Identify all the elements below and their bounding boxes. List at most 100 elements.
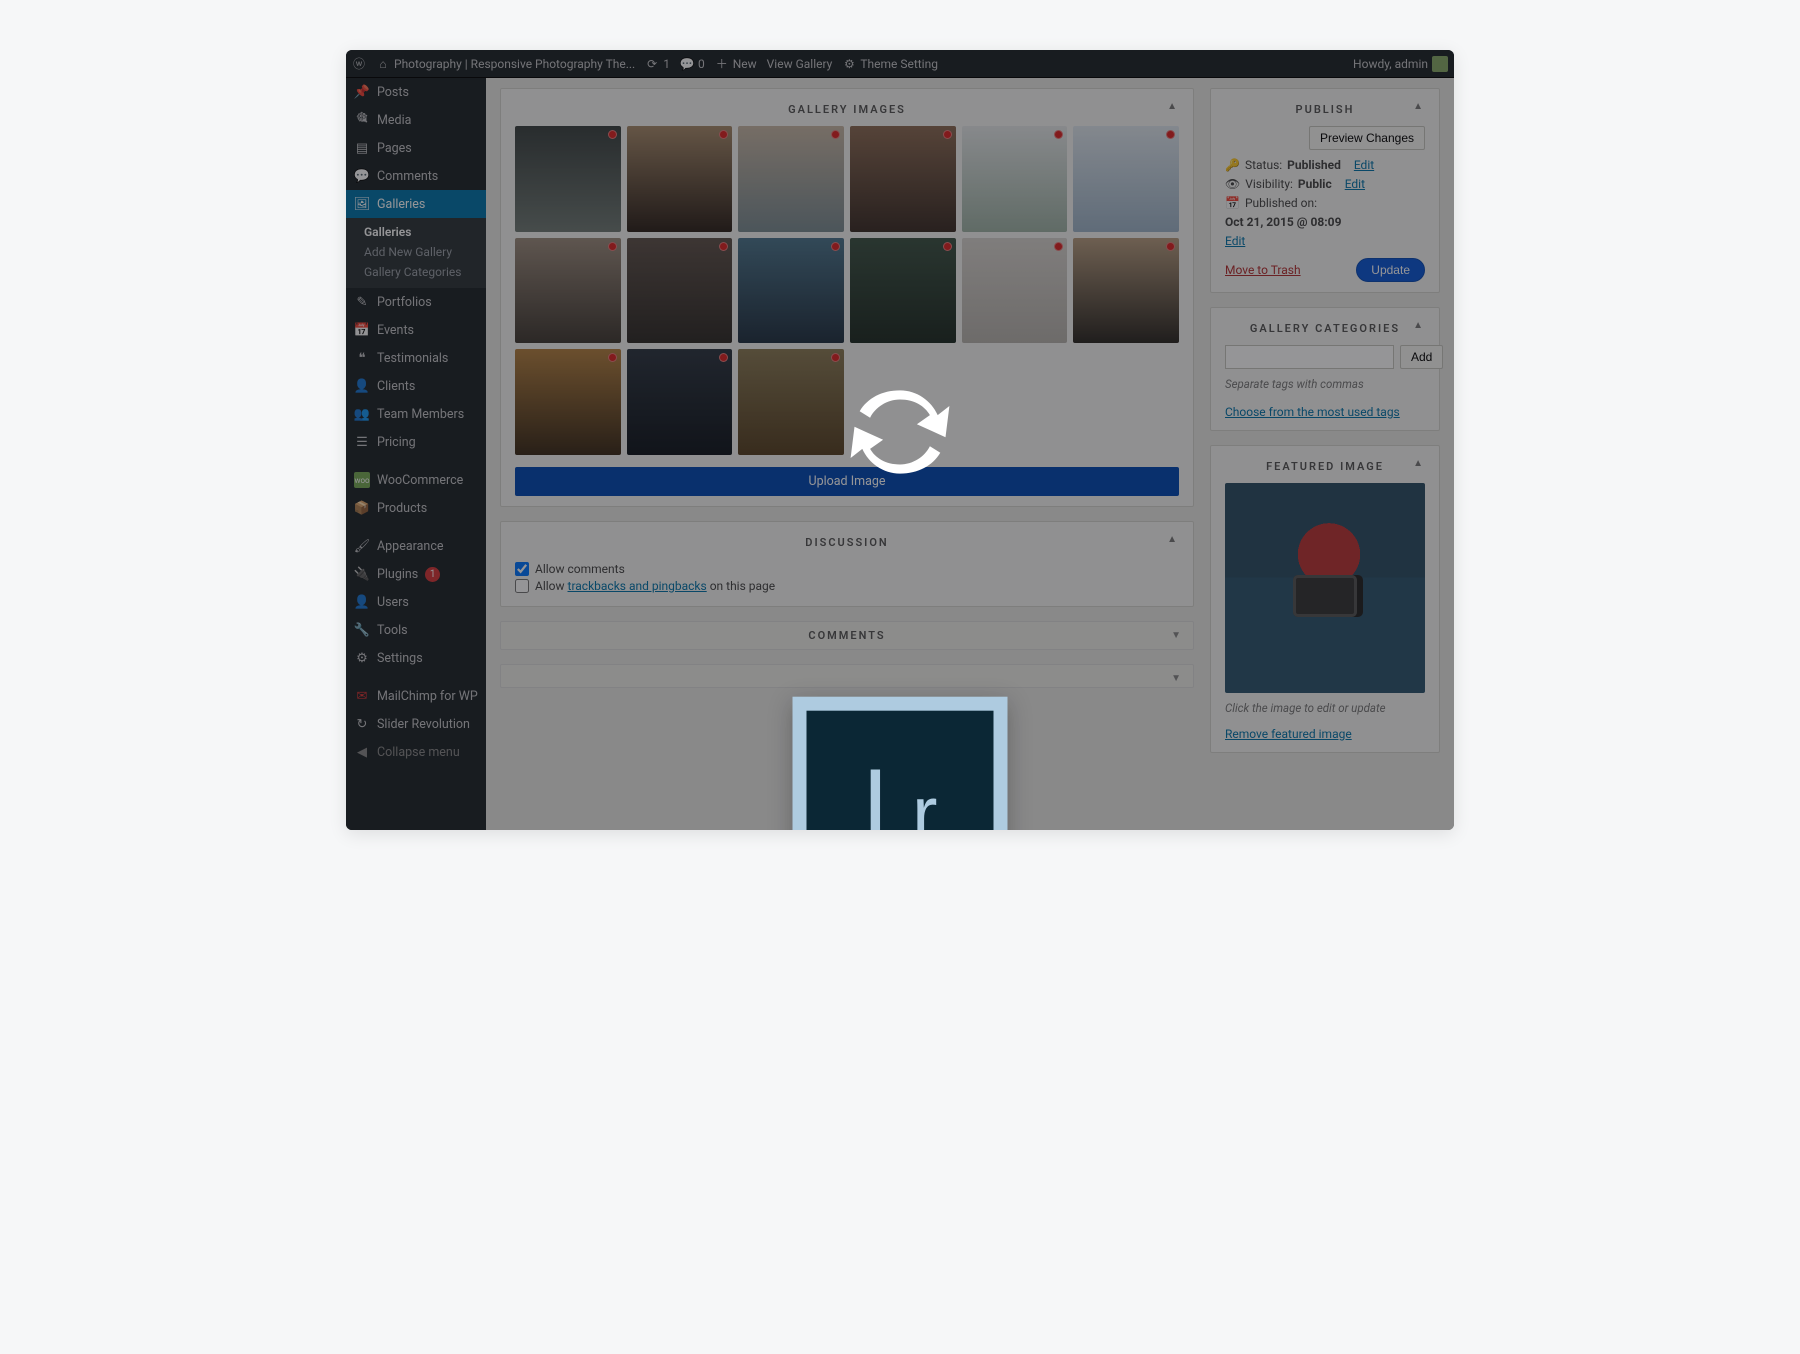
allow-trackbacks-checkbox[interactable] — [515, 579, 529, 593]
site-link[interactable]: ⌂Photography | Responsive Photography Th… — [376, 57, 635, 71]
delete-dot-icon[interactable] — [943, 242, 952, 251]
sidebar-item-woocommerce[interactable]: wooWooCommerce — [346, 466, 486, 494]
gallery-thumb[interactable] — [738, 126, 844, 232]
delete-dot-icon[interactable] — [608, 130, 617, 139]
delete-dot-icon[interactable] — [831, 242, 840, 251]
submenu-add-new-gallery[interactable]: Add New Gallery — [360, 242, 486, 262]
user-greeting[interactable]: Howdy, admin — [1353, 56, 1448, 72]
gallery-thumb[interactable] — [738, 238, 844, 344]
sidebar-item-appearance[interactable]: 🖌Appearance — [346, 532, 486, 560]
sidebar-item-pricing[interactable]: ☰Pricing — [346, 428, 486, 456]
sidebar-item-tools[interactable]: 🔧Tools — [346, 616, 486, 644]
comments-panel[interactable]: COMMENTS ▼ — [500, 621, 1194, 650]
delete-dot-icon[interactable] — [831, 353, 840, 362]
gallery-images-heading: GALLERY IMAGES ▲ — [515, 99, 1179, 126]
theme-setting-link[interactable]: ⚙Theme Setting — [842, 57, 938, 71]
key-icon: 🔑 — [1225, 158, 1240, 172]
sidebar-item-clients[interactable]: 👤Clients — [346, 372, 486, 400]
sidebar-item-slider-revolution[interactable]: ↻Slider Revolution — [346, 710, 486, 738]
delete-dot-icon[interactable] — [831, 130, 840, 139]
edit-visibility-link[interactable]: Edit — [1345, 177, 1365, 191]
submenu-galleries[interactable]: Galleries — [360, 222, 486, 242]
toggle-icon[interactable]: ▲ — [1413, 320, 1425, 331]
delete-dot-icon[interactable] — [608, 242, 617, 251]
sidebar-item-users[interactable]: 👤Users — [346, 588, 486, 616]
gallery-thumb[interactable] — [627, 126, 733, 232]
move-to-trash-link[interactable]: Move to Trash — [1225, 263, 1301, 277]
add-category-button[interactable]: Add — [1400, 345, 1443, 369]
remove-featured-link[interactable]: Remove featured image — [1225, 727, 1352, 741]
status-row: 🔑 Status: Published Edit — [1225, 158, 1425, 172]
sidebar-item-pages[interactable]: ▤Pages — [346, 134, 486, 162]
lightroom-badge: Lr — [793, 697, 1008, 830]
view-gallery-link[interactable]: View Gallery — [767, 57, 833, 71]
toggle-icon[interactable]: ▼ — [1171, 673, 1183, 684]
choose-tags-link[interactable]: Choose from the most used tags — [1225, 405, 1400, 419]
featured-caption: Click the image to edit or update — [1225, 701, 1425, 715]
discussion-heading: DISCUSSION ▲ — [515, 532, 1179, 559]
gallery-thumb[interactable] — [962, 238, 1068, 344]
delete-dot-icon[interactable] — [943, 130, 952, 139]
updates-count[interactable]: ⟳1 — [645, 57, 670, 71]
sidebar-item-settings[interactable]: ⚙Settings — [346, 644, 486, 672]
trackbacks-link[interactable]: trackbacks and pingbacks — [568, 579, 707, 593]
lightroom-logo: Lr — [863, 759, 938, 830]
sidebar-item-media[interactable]: 🎕Media — [346, 106, 486, 134]
categories-heading: GALLERY CATEGORIES ▲ — [1225, 318, 1425, 345]
admin-bar: ⓦ ⌂Photography | Responsive Photography … — [346, 50, 1454, 78]
gallery-thumb[interactable] — [1073, 126, 1179, 232]
plugins-count-badge: 1 — [425, 567, 440, 582]
sidebar-submenu-galleries: Galleries Add New Gallery Gallery Catego… — [346, 218, 486, 288]
sidebar-item-products[interactable]: 📦Products — [346, 494, 486, 522]
gallery-thumb[interactable] — [515, 349, 621, 455]
wp-logo-icon[interactable]: ⓦ — [352, 57, 366, 71]
update-button[interactable]: Update — [1356, 258, 1425, 282]
sidebar-collapse[interactable]: ◀Collapse menu — [346, 738, 486, 766]
allow-trackbacks-label: Allow trackbacks and pingbacks on this p… — [535, 579, 775, 593]
sidebar-item-posts[interactable]: 📌Posts — [346, 78, 486, 106]
gallery-thumb[interactable] — [1073, 238, 1179, 344]
delete-dot-icon[interactable] — [719, 353, 728, 362]
gallery-thumb[interactable] — [850, 126, 956, 232]
sidebar-item-galleries[interactable]: 🖼Galleries — [346, 190, 486, 218]
gallery-thumb[interactable] — [627, 238, 733, 344]
sidebar-item-portfolios[interactable]: ✎Portfolios — [346, 288, 486, 316]
toggle-icon[interactable]: ▲ — [1413, 458, 1425, 469]
sidebar-item-events[interactable]: 📅Events — [346, 316, 486, 344]
edit-date-link[interactable]: Edit — [1225, 234, 1245, 248]
delete-dot-icon[interactable] — [1166, 130, 1175, 139]
comments-count[interactable]: 💬0 — [680, 57, 705, 71]
new-button[interactable]: ＋New — [715, 57, 757, 71]
delete-dot-icon[interactable] — [1054, 130, 1063, 139]
sidebar-item-mailchimp[interactable]: ✉MailChimp for WP — [346, 682, 486, 710]
delete-dot-icon[interactable] — [719, 242, 728, 251]
published-row: 📅 Published on: Oct 21, 2015 @ 08:09 — [1225, 196, 1425, 229]
delete-dot-icon[interactable] — [1166, 242, 1175, 251]
gallery-thumb[interactable] — [515, 126, 621, 232]
delete-dot-icon[interactable] — [719, 130, 728, 139]
gallery-thumb[interactable] — [850, 238, 956, 344]
preview-changes-button[interactable]: Preview Changes — [1309, 126, 1425, 150]
delete-dot-icon[interactable] — [1054, 242, 1063, 251]
delete-dot-icon[interactable] — [608, 353, 617, 362]
edit-status-link[interactable]: Edit — [1354, 158, 1374, 172]
featured-image[interactable] — [1225, 483, 1425, 693]
sidebar-item-testimonials[interactable]: ❝Testimonials — [346, 344, 486, 372]
gallery-thumb[interactable] — [738, 349, 844, 455]
submenu-gallery-categories[interactable]: Gallery Categories — [360, 262, 486, 282]
gallery-thumb[interactable] — [627, 349, 733, 455]
sidebar-item-plugins[interactable]: 🔌Plugins 1 — [346, 560, 486, 588]
visibility-row: 👁 Visibility: Public Edit — [1225, 177, 1425, 191]
category-input[interactable] — [1225, 345, 1394, 369]
sidebar-item-team-members[interactable]: 👥Team Members — [346, 400, 486, 428]
toggle-icon[interactable]: ▼ — [1171, 630, 1183, 641]
toggle-icon[interactable]: ▲ — [1413, 101, 1425, 112]
gallery-thumb[interactable] — [515, 238, 621, 344]
categories-note: Separate tags with commas — [1225, 377, 1425, 391]
allow-comments-checkbox[interactable] — [515, 562, 529, 576]
toggle-icon[interactable]: ▲ — [1167, 534, 1179, 545]
toggle-icon[interactable]: ▲ — [1167, 101, 1179, 112]
sidebar-item-comments[interactable]: 💬Comments — [346, 162, 486, 190]
collapsed-panel[interactable]: ▼ — [500, 664, 1194, 688]
gallery-thumb[interactable] — [962, 126, 1068, 232]
